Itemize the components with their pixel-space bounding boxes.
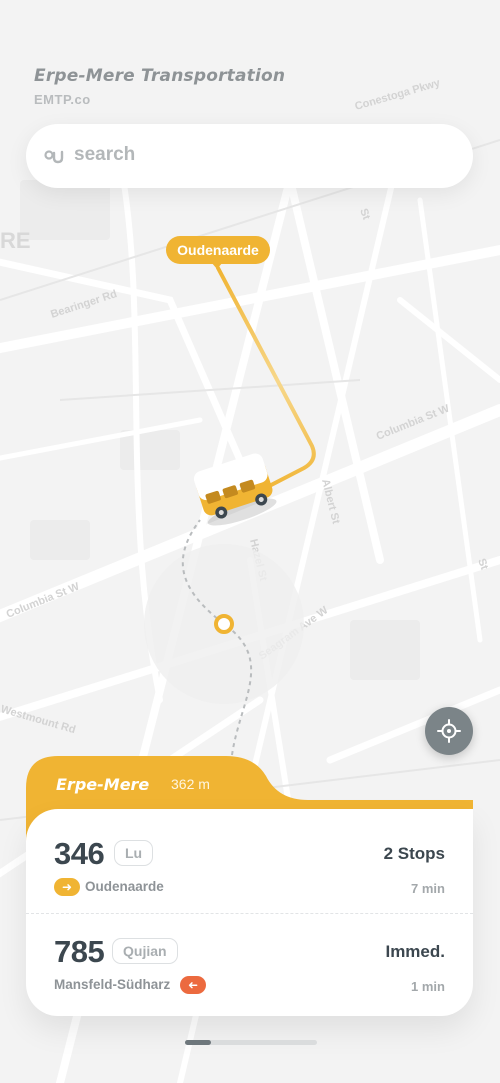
route-status: 2 Stops: [383, 844, 445, 863]
route-status: Immed.: [385, 942, 445, 961]
route-number: 785: [54, 934, 105, 969]
route-eta: 7 min: [411, 881, 445, 896]
route-destination: Oudenaarde: [85, 879, 164, 894]
locate-me-button[interactable]: [425, 707, 473, 755]
search-input[interactable]: search: [74, 144, 135, 166]
crosshair-icon: [437, 719, 461, 743]
route-row-346[interactable]: 346 Lu 2 Stops ➜ Oudenaarde 7 min: [26, 812, 473, 912]
route-badge: Qujian: [112, 938, 178, 964]
route-destination: Mansfeld-Südharz: [54, 977, 171, 992]
arrow-right-icon: ➜: [54, 878, 80, 896]
route-number: 346: [54, 836, 105, 871]
stop-name: Erpe-Mere: [56, 775, 150, 794]
app-subtitle: EMTP.co: [34, 92, 91, 107]
arrow-left-icon: ➜: [180, 976, 206, 994]
search-icon: [44, 150, 64, 164]
pager-thumb[interactable]: [185, 1040, 211, 1045]
app-title: Erpe-Mere Transportation: [34, 66, 286, 86]
route-badge: Lu: [114, 840, 154, 866]
destination-pin-tail: [211, 262, 223, 269]
route-eta: 1 min: [411, 979, 445, 994]
route-row-785[interactable]: 785 Qujian Immed. Mansfeld-Südharz ➜ 1 m…: [26, 910, 473, 1010]
area-label: RE: [0, 228, 31, 253]
stop-marker[interactable]: [214, 614, 234, 634]
destination-pin[interactable]: Oudenaarde: [166, 236, 270, 264]
stop-distance: 362 m: [171, 776, 210, 792]
